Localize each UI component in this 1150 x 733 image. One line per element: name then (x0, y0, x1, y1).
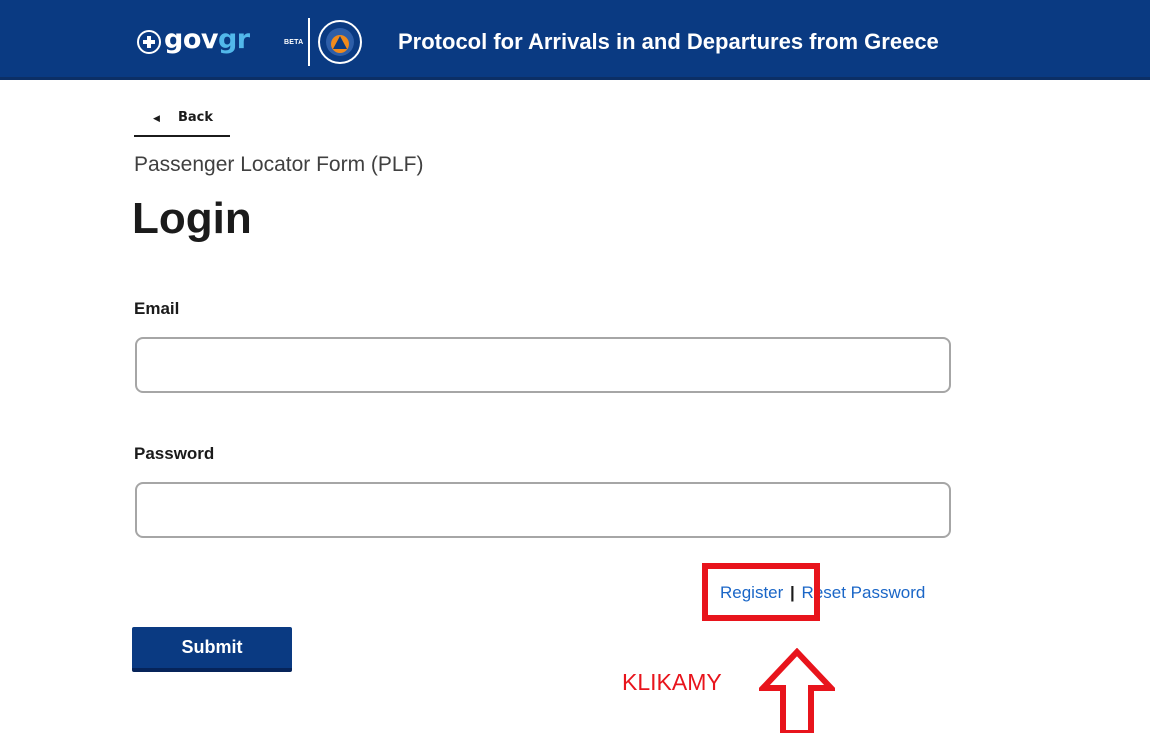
header-title: Protocol for Arrivals in and Departures … (398, 29, 939, 54)
email-input[interactable] (135, 337, 951, 393)
back-label: Back (178, 110, 214, 125)
caret-left-icon: ◀ (153, 113, 160, 123)
brand-gov-text: gov (164, 24, 218, 55)
annotation-text: KLIKAMY (622, 669, 722, 695)
password-label: Password (134, 444, 215, 463)
reset-password-link[interactable]: Reset Password (802, 583, 926, 602)
brand-gr-text: gr (217, 24, 250, 55)
greek-emblem-icon (137, 30, 161, 54)
site-header: govgr BETA Protocol for Arrivals in and … (0, 0, 1150, 80)
header-divider (308, 18, 310, 66)
page-title: Login (132, 194, 252, 243)
up-arrow-outline-icon (759, 648, 835, 733)
submit-button[interactable]: Submit (132, 627, 292, 672)
beta-badge: BETA (284, 39, 304, 46)
register-highlight-box (702, 563, 820, 621)
civil-protection-logo-icon (318, 20, 362, 64)
password-input[interactable] (135, 482, 951, 538)
back-link[interactable]: ◀ Back (134, 109, 230, 137)
form-subtitle: Passenger Locator Form (PLF) (134, 153, 424, 176)
govgr-logo[interactable]: govgr (164, 23, 250, 57)
email-label: Email (134, 299, 180, 318)
